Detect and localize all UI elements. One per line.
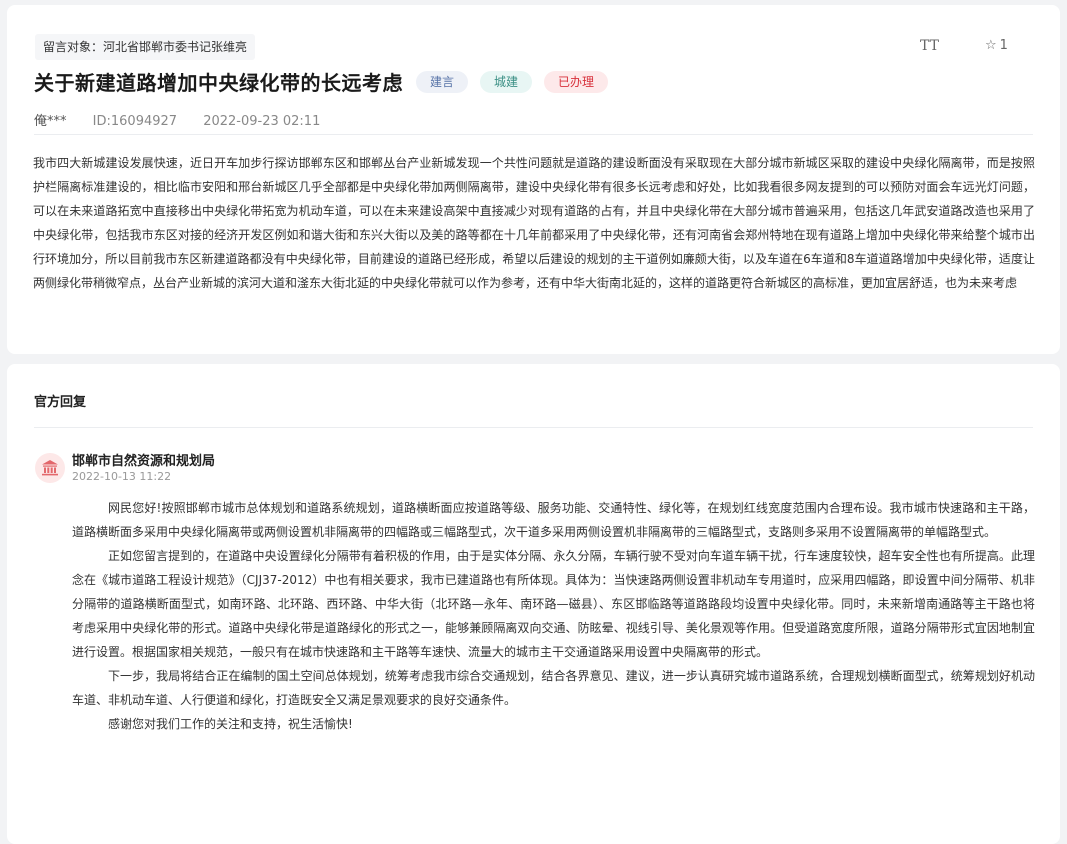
favorite-count: 1	[999, 38, 1008, 53]
reply-body: 网民您好!按照邯郸市城市总体规划和道路系统规划，道路横断面应按道路等级、服务功能…	[72, 496, 1035, 736]
official-reply-card: 官方回复 邯郸市自然资源和规划局 2022-10-13 11:22 网民您好!按…	[7, 364, 1060, 844]
status-badge: 已办理	[544, 70, 609, 93]
message-meta: 俺*** ID:16094927 2022-09-23 02:11	[34, 110, 342, 129]
reply-section-title: 官方回复	[34, 395, 87, 410]
message-target: 留言对象：河北省邯郸市委书记张维亮	[35, 34, 256, 60]
message-time: 2022-09-23 02:11	[203, 114, 321, 129]
divider	[34, 427, 1033, 428]
message-id: ID:16094927	[92, 114, 178, 129]
reply-paragraph: 下一步，我局将结合正在编制的国土空间总体规划，统筹考虑我市综合交通规划，结合各界…	[72, 669, 1035, 707]
author-name: 俺***	[34, 114, 67, 129]
font-size-icon: TT	[920, 38, 939, 54]
favorite-button[interactable]: ☆ 1	[985, 38, 1008, 53]
star-icon: ☆	[985, 38, 997, 53]
divider	[34, 134, 1033, 135]
tag-category: 建言	[416, 70, 469, 93]
title-row: 关于新建道路增加中央绿化带的长远考虑 建言 城建 已办理	[34, 67, 609, 96]
font-size-button[interactable]: TT	[920, 38, 939, 54]
reply-paragraph: 网民您好!按照邯郸市城市总体规划和道路系统规划，道路横断面应按道路等级、服务功能…	[72, 501, 1035, 539]
reply-paragraph: 感谢您对我们工作的关注和支持，祝生活愉快!	[108, 717, 353, 731]
government-building-icon	[35, 453, 65, 483]
message-content: 我市四大新城建设发展快速，近日开车加步行探访邯郸东区和邯郸丛台产业新城发现一个共…	[33, 156, 1035, 290]
reply-paragraph: 正如您留言提到的，在道路中央设置绿化分隔带有着积极的作用，由于是实体分隔、永久分…	[72, 549, 1035, 659]
reply-org-name: 邯郸市自然资源和规划局	[72, 454, 216, 469]
message-card: 留言对象：河北省邯郸市委书记张维亮 TT ☆ 1 关于新建道路增加中央绿化带的长远…	[7, 5, 1060, 354]
reply-time: 2022-10-13 11:22	[72, 470, 172, 483]
tag-domain: 城建	[480, 70, 533, 93]
page-title: 关于新建道路增加中央绿化带的长远考虑	[34, 71, 403, 95]
